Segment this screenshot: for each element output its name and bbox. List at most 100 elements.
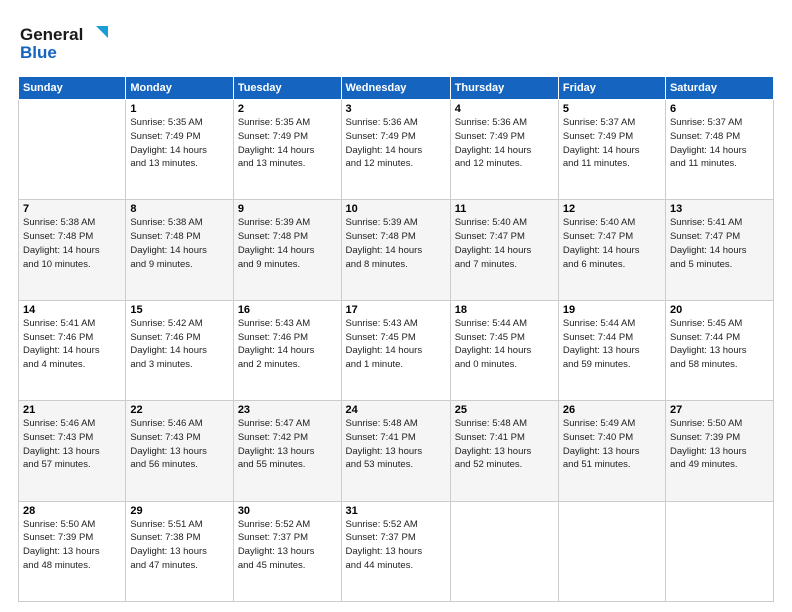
day-number: 4 xyxy=(455,103,554,115)
day-info: Sunrise: 5:43 AM Sunset: 7:45 PM Dayligh… xyxy=(346,317,446,372)
calendar-table: SundayMondayTuesdayWednesdayThursdayFrid… xyxy=(18,76,774,602)
calendar-cell: 6Sunrise: 5:37 AM Sunset: 7:48 PM Daylig… xyxy=(665,100,773,200)
day-info: Sunrise: 5:50 AM Sunset: 7:39 PM Dayligh… xyxy=(670,417,769,472)
calendar-header-saturday: Saturday xyxy=(665,77,773,100)
day-number: 28 xyxy=(23,505,121,517)
calendar-header-row: SundayMondayTuesdayWednesdayThursdayFrid… xyxy=(19,77,774,100)
svg-text:Blue: Blue xyxy=(20,43,57,62)
day-number: 5 xyxy=(563,103,661,115)
logo-svg: General Blue xyxy=(18,18,108,68)
calendar-header-tuesday: Tuesday xyxy=(233,77,341,100)
day-info: Sunrise: 5:37 AM Sunset: 7:49 PM Dayligh… xyxy=(563,116,661,171)
calendar-cell: 31Sunrise: 5:52 AM Sunset: 7:37 PM Dayli… xyxy=(341,501,450,601)
calendar-cell: 5Sunrise: 5:37 AM Sunset: 7:49 PM Daylig… xyxy=(558,100,665,200)
day-number: 13 xyxy=(670,203,769,215)
day-number: 19 xyxy=(563,304,661,316)
calendar-cell: 26Sunrise: 5:49 AM Sunset: 7:40 PM Dayli… xyxy=(558,401,665,501)
day-info: Sunrise: 5:45 AM Sunset: 7:44 PM Dayligh… xyxy=(670,317,769,372)
day-number: 23 xyxy=(238,404,337,416)
day-number: 9 xyxy=(238,203,337,215)
header: General Blue xyxy=(18,18,774,68)
calendar-cell xyxy=(558,501,665,601)
calendar-cell: 16Sunrise: 5:43 AM Sunset: 7:46 PM Dayli… xyxy=(233,300,341,400)
calendar-header-friday: Friday xyxy=(558,77,665,100)
day-info: Sunrise: 5:44 AM Sunset: 7:44 PM Dayligh… xyxy=(563,317,661,372)
day-info: Sunrise: 5:36 AM Sunset: 7:49 PM Dayligh… xyxy=(346,116,446,171)
day-number: 11 xyxy=(455,203,554,215)
day-number: 15 xyxy=(130,304,228,316)
day-number: 21 xyxy=(23,404,121,416)
day-number: 30 xyxy=(238,505,337,517)
day-info: Sunrise: 5:52 AM Sunset: 7:37 PM Dayligh… xyxy=(346,518,446,573)
day-info: Sunrise: 5:51 AM Sunset: 7:38 PM Dayligh… xyxy=(130,518,228,573)
calendar-cell xyxy=(450,501,558,601)
calendar-cell: 11Sunrise: 5:40 AM Sunset: 7:47 PM Dayli… xyxy=(450,200,558,300)
day-info: Sunrise: 5:39 AM Sunset: 7:48 PM Dayligh… xyxy=(346,216,446,271)
day-info: Sunrise: 5:40 AM Sunset: 7:47 PM Dayligh… xyxy=(455,216,554,271)
day-number: 26 xyxy=(563,404,661,416)
calendar-header-wednesday: Wednesday xyxy=(341,77,450,100)
day-number: 1 xyxy=(130,103,228,115)
calendar-cell xyxy=(19,100,126,200)
logo: General Blue xyxy=(18,18,108,68)
day-info: Sunrise: 5:46 AM Sunset: 7:43 PM Dayligh… xyxy=(130,417,228,472)
calendar-cell: 24Sunrise: 5:48 AM Sunset: 7:41 PM Dayli… xyxy=(341,401,450,501)
day-number: 10 xyxy=(346,203,446,215)
day-info: Sunrise: 5:38 AM Sunset: 7:48 PM Dayligh… xyxy=(130,216,228,271)
day-number: 8 xyxy=(130,203,228,215)
calendar-header-thursday: Thursday xyxy=(450,77,558,100)
day-info: Sunrise: 5:48 AM Sunset: 7:41 PM Dayligh… xyxy=(346,417,446,472)
calendar-cell: 28Sunrise: 5:50 AM Sunset: 7:39 PM Dayli… xyxy=(19,501,126,601)
day-number: 2 xyxy=(238,103,337,115)
day-info: Sunrise: 5:52 AM Sunset: 7:37 PM Dayligh… xyxy=(238,518,337,573)
calendar-week-4: 21Sunrise: 5:46 AM Sunset: 7:43 PM Dayli… xyxy=(19,401,774,501)
calendar-cell: 3Sunrise: 5:36 AM Sunset: 7:49 PM Daylig… xyxy=(341,100,450,200)
svg-text:General: General xyxy=(20,25,83,44)
calendar-week-5: 28Sunrise: 5:50 AM Sunset: 7:39 PM Dayli… xyxy=(19,501,774,601)
day-info: Sunrise: 5:42 AM Sunset: 7:46 PM Dayligh… xyxy=(130,317,228,372)
day-info: Sunrise: 5:48 AM Sunset: 7:41 PM Dayligh… xyxy=(455,417,554,472)
day-number: 18 xyxy=(455,304,554,316)
day-info: Sunrise: 5:37 AM Sunset: 7:48 PM Dayligh… xyxy=(670,116,769,171)
calendar-cell: 30Sunrise: 5:52 AM Sunset: 7:37 PM Dayli… xyxy=(233,501,341,601)
calendar-header-monday: Monday xyxy=(126,77,233,100)
calendar-cell: 17Sunrise: 5:43 AM Sunset: 7:45 PM Dayli… xyxy=(341,300,450,400)
calendar-cell: 14Sunrise: 5:41 AM Sunset: 7:46 PM Dayli… xyxy=(19,300,126,400)
day-info: Sunrise: 5:38 AM Sunset: 7:48 PM Dayligh… xyxy=(23,216,121,271)
day-info: Sunrise: 5:47 AM Sunset: 7:42 PM Dayligh… xyxy=(238,417,337,472)
calendar-cell: 21Sunrise: 5:46 AM Sunset: 7:43 PM Dayli… xyxy=(19,401,126,501)
calendar-cell: 27Sunrise: 5:50 AM Sunset: 7:39 PM Dayli… xyxy=(665,401,773,501)
calendar-cell: 4Sunrise: 5:36 AM Sunset: 7:49 PM Daylig… xyxy=(450,100,558,200)
calendar-cell: 2Sunrise: 5:35 AM Sunset: 7:49 PM Daylig… xyxy=(233,100,341,200)
page: General Blue SundayMondayTuesdayWednesda… xyxy=(0,0,792,612)
day-number: 27 xyxy=(670,404,769,416)
day-info: Sunrise: 5:39 AM Sunset: 7:48 PM Dayligh… xyxy=(238,216,337,271)
day-number: 20 xyxy=(670,304,769,316)
day-number: 7 xyxy=(23,203,121,215)
day-info: Sunrise: 5:44 AM Sunset: 7:45 PM Dayligh… xyxy=(455,317,554,372)
calendar-week-2: 7Sunrise: 5:38 AM Sunset: 7:48 PM Daylig… xyxy=(19,200,774,300)
calendar-header-sunday: Sunday xyxy=(19,77,126,100)
day-number: 25 xyxy=(455,404,554,416)
calendar-cell: 19Sunrise: 5:44 AM Sunset: 7:44 PM Dayli… xyxy=(558,300,665,400)
day-info: Sunrise: 5:43 AM Sunset: 7:46 PM Dayligh… xyxy=(238,317,337,372)
calendar-cell: 13Sunrise: 5:41 AM Sunset: 7:47 PM Dayli… xyxy=(665,200,773,300)
day-info: Sunrise: 5:50 AM Sunset: 7:39 PM Dayligh… xyxy=(23,518,121,573)
calendar-cell: 12Sunrise: 5:40 AM Sunset: 7:47 PM Dayli… xyxy=(558,200,665,300)
calendar-cell: 25Sunrise: 5:48 AM Sunset: 7:41 PM Dayli… xyxy=(450,401,558,501)
calendar-cell: 23Sunrise: 5:47 AM Sunset: 7:42 PM Dayli… xyxy=(233,401,341,501)
day-number: 24 xyxy=(346,404,446,416)
calendar-cell: 29Sunrise: 5:51 AM Sunset: 7:38 PM Dayli… xyxy=(126,501,233,601)
day-info: Sunrise: 5:35 AM Sunset: 7:49 PM Dayligh… xyxy=(238,116,337,171)
day-number: 17 xyxy=(346,304,446,316)
day-number: 12 xyxy=(563,203,661,215)
day-number: 16 xyxy=(238,304,337,316)
day-number: 6 xyxy=(670,103,769,115)
calendar-cell: 9Sunrise: 5:39 AM Sunset: 7:48 PM Daylig… xyxy=(233,200,341,300)
day-info: Sunrise: 5:46 AM Sunset: 7:43 PM Dayligh… xyxy=(23,417,121,472)
day-number: 29 xyxy=(130,505,228,517)
calendar-cell: 15Sunrise: 5:42 AM Sunset: 7:46 PM Dayli… xyxy=(126,300,233,400)
calendar-cell: 8Sunrise: 5:38 AM Sunset: 7:48 PM Daylig… xyxy=(126,200,233,300)
calendar-cell: 1Sunrise: 5:35 AM Sunset: 7:49 PM Daylig… xyxy=(126,100,233,200)
day-info: Sunrise: 5:49 AM Sunset: 7:40 PM Dayligh… xyxy=(563,417,661,472)
